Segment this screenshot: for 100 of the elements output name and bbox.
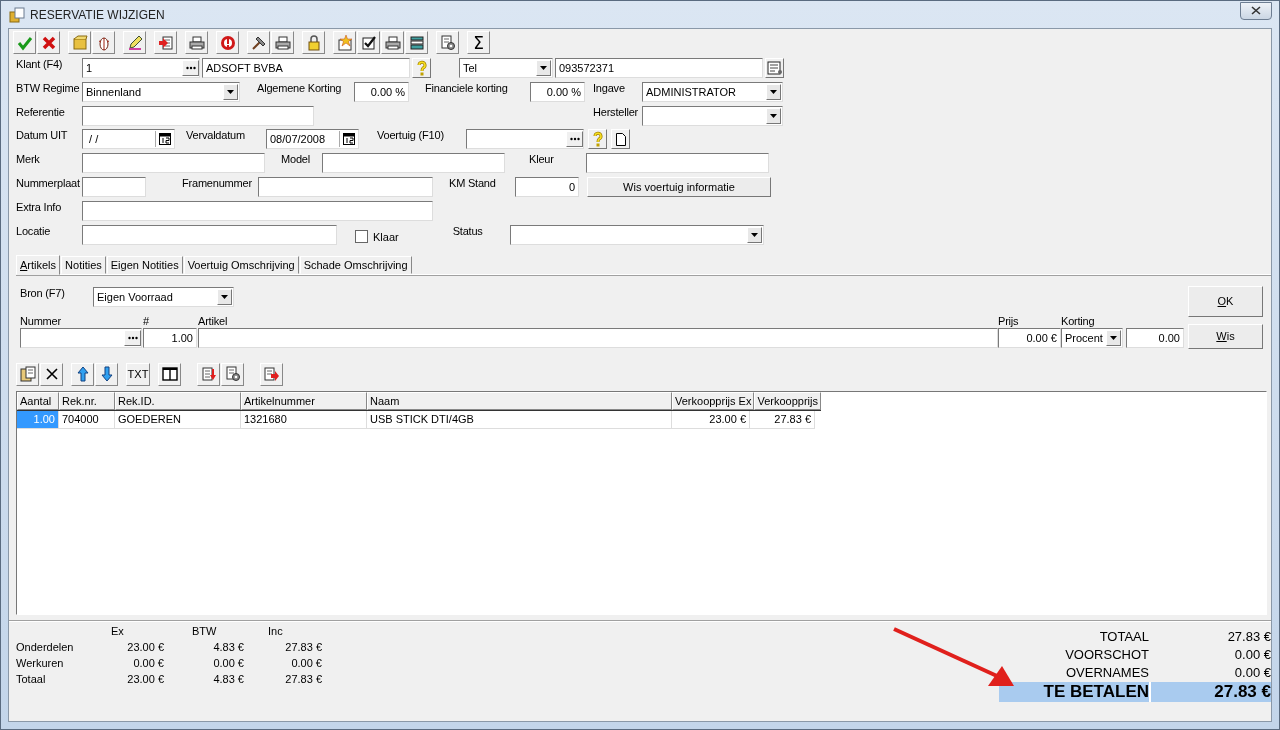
dots-icon (185, 66, 196, 70)
clear-vehicle-button[interactable]: Wis voertuig informatie (587, 177, 771, 197)
discount-field[interactable]: 0.00 % (354, 81, 409, 102)
field-label: Korting (1061, 313, 1095, 328)
article-number-field[interactable] (20, 327, 142, 348)
amount-text: 23.00 € (126, 672, 164, 687)
ingave-dropdown[interactable]: ADMINISTRATOR (642, 81, 783, 102)
column-header: Ex (110, 624, 125, 639)
ok-button[interactable]: OK (1188, 285, 1263, 317)
move-up-button[interactable] (71, 362, 94, 386)
field-label: # (143, 313, 149, 328)
help-button[interactable] (588, 129, 607, 150)
total-label: OVERNAMES (1064, 665, 1149, 681)
total-value: 27.83 € (1213, 681, 1271, 702)
close-button[interactable] (1240, 1, 1272, 20)
klant-number-field[interactable]: 1 (82, 58, 200, 78)
help-button[interactable] (412, 58, 431, 78)
document-arrow-icon (200, 366, 217, 383)
column-header[interactable]: Verkoopprijs Ex (672, 391, 755, 410)
calendar-icon (343, 133, 355, 146)
vehicle-field[interactable] (466, 129, 584, 150)
article-field[interactable] (198, 327, 998, 348)
toolbar-button[interactable] (357, 31, 380, 54)
model-field[interactable] (322, 153, 505, 174)
toolbar-button[interactable] (185, 31, 208, 54)
source-dropdown[interactable]: Eigen Voorraad (93, 286, 234, 307)
column-header[interactable]: Rek.nr. (59, 391, 115, 410)
column-header: BTW (191, 624, 218, 639)
quantity-field[interactable]: 1.00 (143, 327, 197, 348)
move-down-button[interactable] (95, 362, 118, 386)
toolbar-button[interactable] (271, 31, 294, 54)
clear-button[interactable]: Wis (1188, 323, 1263, 349)
financial-discount-field[interactable]: 0.00 % (530, 81, 585, 102)
toolbar-button[interactable] (158, 362, 181, 386)
toolbar-button[interactable] (247, 31, 270, 54)
text-button[interactable]: TXT (126, 362, 150, 386)
field-label: Hersteller (593, 105, 640, 118)
document-star-icon (336, 34, 353, 51)
document-arrow-icon (157, 34, 174, 51)
toolbar-button[interactable] (40, 362, 63, 386)
contact-type-dropdown[interactable]: Tel (459, 58, 553, 78)
tab[interactable]: Schade Omschrijving (299, 255, 412, 274)
toolbar-button[interactable] (381, 31, 404, 54)
tab[interactable]: Voertuig Omschrijving (183, 255, 299, 274)
license-plate-field[interactable] (82, 177, 146, 197)
blank-page-icon (615, 132, 626, 146)
checkbox-icon (360, 34, 377, 51)
frame-number-field[interactable] (258, 177, 433, 197)
mileage-field[interactable]: 0 (515, 177, 579, 197)
sum-button[interactable]: Σ (467, 31, 490, 54)
card-button[interactable] (765, 58, 784, 78)
column-header[interactable]: Naam (367, 391, 672, 410)
toolbar-button[interactable] (123, 31, 146, 54)
column-header[interactable]: Rek.ID. (115, 391, 241, 410)
field-label: Nummerplaat (16, 177, 81, 189)
arrow-down-icon (100, 366, 113, 383)
price-field[interactable]: 0.00 € (998, 327, 1061, 348)
btw-regime-dropdown[interactable]: Binnenland (82, 81, 240, 102)
field-label: Bron (F7) (20, 286, 66, 299)
klaar-checkbox[interactable]: Klaar (355, 230, 399, 244)
cross-icon (44, 367, 59, 382)
field-label: Datum UIT (16, 129, 69, 142)
field-label: Status (452, 224, 484, 237)
total-value: 0.00 € (1233, 647, 1271, 663)
tab[interactable]: Notities (61, 255, 106, 274)
amount-text: 0.00 € (212, 656, 244, 671)
row-label: Totaal (16, 672, 47, 687)
calendar-icon (159, 133, 171, 146)
toolbar-button[interactable] (405, 31, 428, 54)
table-cell: 23.00 € (672, 410, 750, 429)
column-header[interactable]: Artikelnummer (241, 391, 367, 410)
dots-icon (569, 137, 580, 142)
amount-text: 0.00 € (290, 656, 322, 671)
date-field[interactable]: 08/07/2008 (266, 129, 359, 150)
discount-type-dropdown[interactable]: Procent (1061, 327, 1123, 348)
field-label: Extra Info (16, 200, 63, 213)
date-field[interactable]: / / (82, 129, 175, 150)
tab[interactable]: Eigen Notities (106, 255, 183, 274)
pencil-icon (126, 34, 143, 51)
phone-field[interactable]: 093572371 (555, 58, 763, 78)
reference-field[interactable] (82, 105, 314, 126)
hersteller-dropdown[interactable] (642, 105, 783, 126)
toolbar-button[interactable] (221, 362, 244, 386)
amount-text: 27.83 € (284, 672, 322, 687)
total-label: TOTAAL (1098, 629, 1149, 645)
column-header[interactable]: Verkoopprijs (754, 391, 821, 410)
location-field[interactable] (82, 224, 337, 245)
new-document-button[interactable] (611, 129, 630, 150)
padlock-icon (305, 34, 322, 51)
brand-field[interactable] (82, 153, 265, 174)
column-header[interactable]: Aantal (17, 391, 59, 410)
klant-name-field[interactable]: ADSOFT BVBA (202, 58, 410, 78)
tab[interactable]: Artikels (16, 254, 61, 275)
toolbar-button[interactable] (436, 31, 459, 54)
row-label: Onderdelen (16, 640, 75, 655)
caret-icon (1110, 335, 1117, 340)
extra-info-field[interactable] (82, 200, 433, 221)
color-field[interactable] (586, 153, 769, 174)
discount-value-field[interactable]: 0.00 (1126, 327, 1184, 348)
status-dropdown[interactable] (509, 224, 764, 245)
